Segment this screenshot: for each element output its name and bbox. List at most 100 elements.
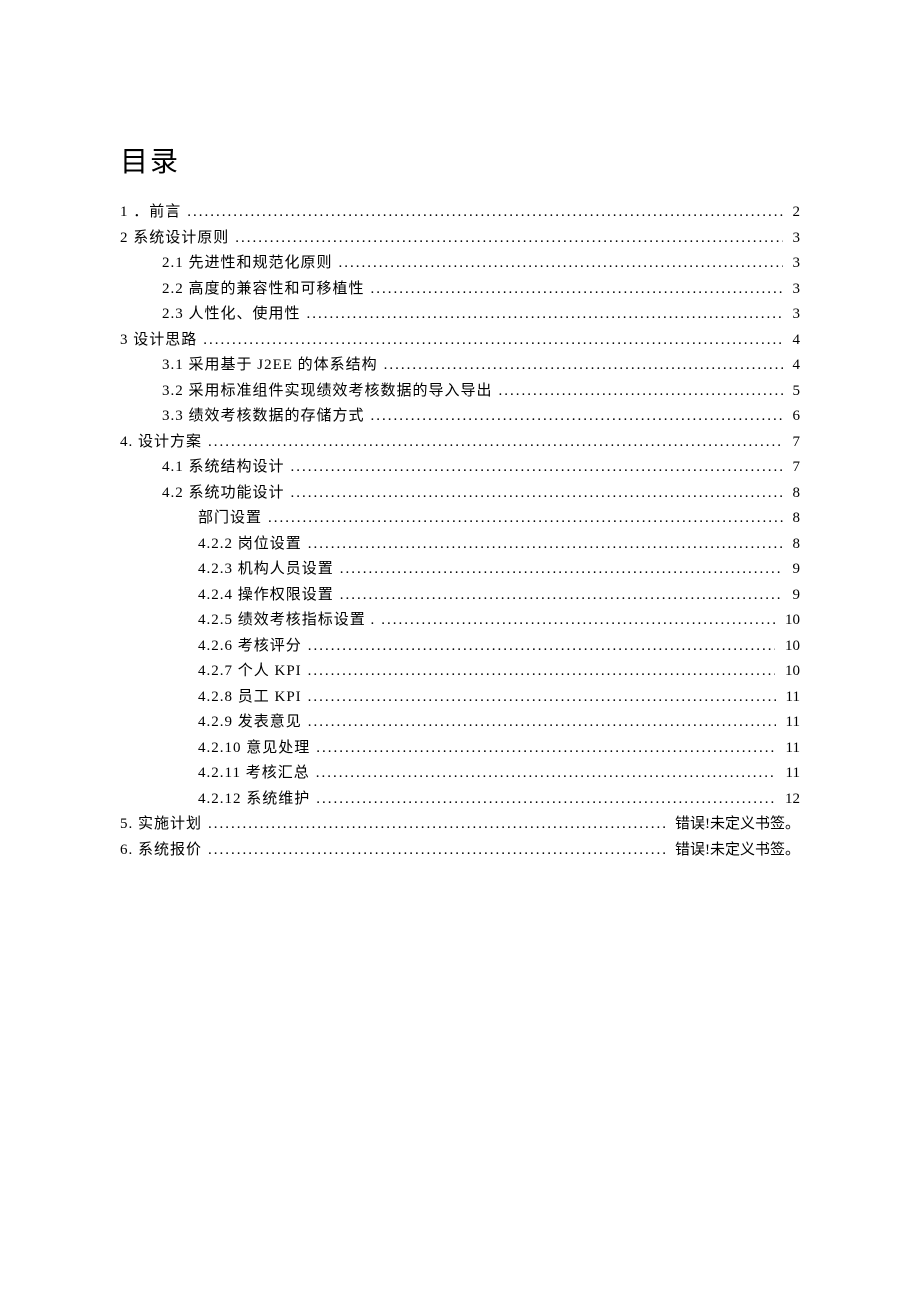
toc-entry-page: 9 — [789, 557, 801, 583]
toc-entry-label: 1 ．前言 — [120, 200, 181, 226]
toc-leader-dots — [235, 226, 782, 252]
toc-entry-label: 5. 实施计划 — [120, 812, 202, 838]
toc-entry: 2.1 先进性和规范化原则 3 — [120, 251, 800, 277]
toc-entry: 4.2.7 个人 KPI 10 — [120, 659, 800, 685]
toc-entry-label: 4. 设计方案 — [120, 430, 202, 456]
toc-entry-page: 3 — [789, 226, 801, 252]
toc-entry-page: 4 — [789, 353, 801, 379]
toc-entry-page: 4 — [789, 328, 801, 354]
toc-entry-page: 2 — [789, 200, 801, 226]
toc-entry-label: 部门设置 — [198, 506, 262, 532]
toc-entry: 4.2 系统功能设计 8 — [120, 481, 800, 507]
toc-leader-dots — [371, 404, 783, 430]
toc-entry-page: 错误!未定义书签。 — [671, 838, 800, 864]
toc-entry-page: 11 — [782, 685, 800, 711]
toc-entry: 4.2.9 发表意见 11 — [120, 710, 800, 736]
toc-leader-dots — [308, 710, 776, 736]
toc-entry-page: 11 — [782, 736, 800, 762]
toc-entry: 4. 设计方案 7 — [120, 430, 800, 456]
toc-entry: 部门设置 8 — [120, 506, 800, 532]
toc-entry: 3.1 采用基于 J2EE 的体系结构 4 — [120, 353, 800, 379]
toc-leader-dots — [203, 328, 782, 354]
toc-entry-page: 11 — [782, 710, 800, 736]
toc-entry-page: 3 — [789, 251, 801, 277]
toc-entry-label: 4.2.4 操作权限设置 — [198, 583, 334, 609]
toc-entry-label: 4.2.11 考核汇总 — [198, 761, 310, 787]
toc-leader-dots — [208, 812, 665, 838]
toc-entry-page: 10 — [781, 608, 800, 634]
toc-entry-label: 4.2.8 员工 KPI — [198, 685, 302, 711]
toc-entry-page: 8 — [789, 532, 801, 558]
toc-entry-page: 10 — [781, 659, 800, 685]
toc-entry: 4.2.8 员工 KPI 11 — [120, 685, 800, 711]
toc-entry-label: 3.1 采用基于 J2EE 的体系结构 — [162, 353, 378, 379]
toc-entry-page: 12 — [781, 787, 800, 813]
toc-leader-dots — [340, 583, 783, 609]
toc-entry: 6. 系统报价 错误!未定义书签。 — [120, 838, 800, 864]
toc-leader-dots — [308, 634, 775, 660]
toc-leader-dots — [208, 838, 665, 864]
toc-title: 目录 — [120, 140, 800, 180]
toc-entry: 4.2.11 考核汇总 11 — [120, 761, 800, 787]
toc-entry-label: 2.1 先进性和规范化原则 — [162, 251, 333, 277]
toc-entry: 4.2.4 操作权限设置 9 — [120, 583, 800, 609]
toc-leader-dots — [340, 557, 783, 583]
toc-entry: 4.1 系统结构设计7 — [120, 455, 800, 481]
toc-entry-page: 错误!未定义书签。 — [671, 812, 800, 838]
toc-leader-dots — [316, 736, 775, 762]
toc-leader-dots — [308, 532, 783, 558]
toc-entry-page: 8 — [789, 506, 801, 532]
document-page: 目录 1 ．前言22 系统设计原则32.1 先进性和规范化原则32.2 高度的兼… — [0, 0, 920, 863]
toc-entry-page: 11 — [782, 761, 800, 787]
table-of-contents: 1 ．前言22 系统设计原则32.1 先进性和规范化原则32.2 高度的兼容性和… — [120, 200, 800, 863]
toc-entry: 4.2.12 系统维护 12 — [120, 787, 800, 813]
toc-entry-label: 3 设计思路 — [120, 328, 197, 354]
toc-entry-page: 6 — [789, 404, 801, 430]
toc-entry-page: 9 — [789, 583, 801, 609]
toc-leader-dots — [308, 685, 776, 711]
toc-leader-dots — [208, 430, 782, 456]
toc-entry-label: 6. 系统报价 — [120, 838, 202, 864]
toc-entry-label: 4.2.7 个人 KPI — [198, 659, 302, 685]
toc-entry-label: 3.2 采用标准组件实现绩效考核数据的导入导出 — [162, 379, 493, 405]
toc-leader-dots — [384, 353, 783, 379]
toc-entry: 2.3 人性化、使用性 3 — [120, 302, 800, 328]
toc-entry: 4.2.10 意见处理 11 — [120, 736, 800, 762]
toc-entry-label: 4.2.12 系统维护 — [198, 787, 310, 813]
toc-leader-dots — [308, 659, 775, 685]
toc-entry-label: 2.2 高度的兼容性和可移植性 — [162, 277, 365, 303]
toc-entry-page: 3 — [789, 302, 801, 328]
toc-entry-label: 4.2.9 发表意见 — [198, 710, 302, 736]
toc-entry-label: 4.2.2 岗位设置 — [198, 532, 302, 558]
toc-entry: 4.2.3 机构人员设置9 — [120, 557, 800, 583]
toc-entry: 3.2 采用标准组件实现绩效考核数据的导入导出 5 — [120, 379, 800, 405]
toc-leader-dots — [307, 302, 783, 328]
toc-leader-dots — [371, 277, 783, 303]
toc-entry: 3 设计思路 4 — [120, 328, 800, 354]
toc-entry: 5. 实施计划 错误!未定义书签。 — [120, 812, 800, 838]
toc-entry-label: 4.2.6 考核评分 — [198, 634, 302, 660]
toc-leader-dots — [268, 506, 782, 532]
toc-entry-label: 4.2.10 意见处理 — [198, 736, 310, 762]
toc-entry: 1 ．前言 2 — [120, 200, 800, 226]
toc-entry-label: 4.2 系统功能设计 — [162, 481, 285, 507]
toc-leader-dots — [316, 761, 776, 787]
toc-leader-dots — [291, 455, 783, 481]
toc-entry: 4.2.6 考核评分 10 — [120, 634, 800, 660]
toc-entry-page: 7 — [789, 455, 801, 481]
toc-entry-page: 5 — [789, 379, 801, 405]
toc-entry-page: 8 — [789, 481, 801, 507]
toc-entry-label: 3.3 绩效考核数据的存储方式 — [162, 404, 365, 430]
toc-entry-page: 7 — [789, 430, 801, 456]
toc-entry: 4.2.2 岗位设置 8 — [120, 532, 800, 558]
toc-entry-page: 3 — [789, 277, 801, 303]
toc-leader-dots — [316, 787, 775, 813]
toc-entry-page: 10 — [781, 634, 800, 660]
toc-entry-label: 2.3 人性化、使用性 — [162, 302, 301, 328]
toc-leader-dots — [499, 379, 783, 405]
toc-entry: 4.2.5 绩效考核指标设置 . 10 — [120, 608, 800, 634]
toc-entry-label: 4.2.5 绩效考核指标设置 . — [198, 608, 375, 634]
toc-entry: 2 系统设计原则3 — [120, 226, 800, 252]
toc-leader-dots — [187, 200, 782, 226]
toc-entry: 2.2 高度的兼容性和可移植性 3 — [120, 277, 800, 303]
